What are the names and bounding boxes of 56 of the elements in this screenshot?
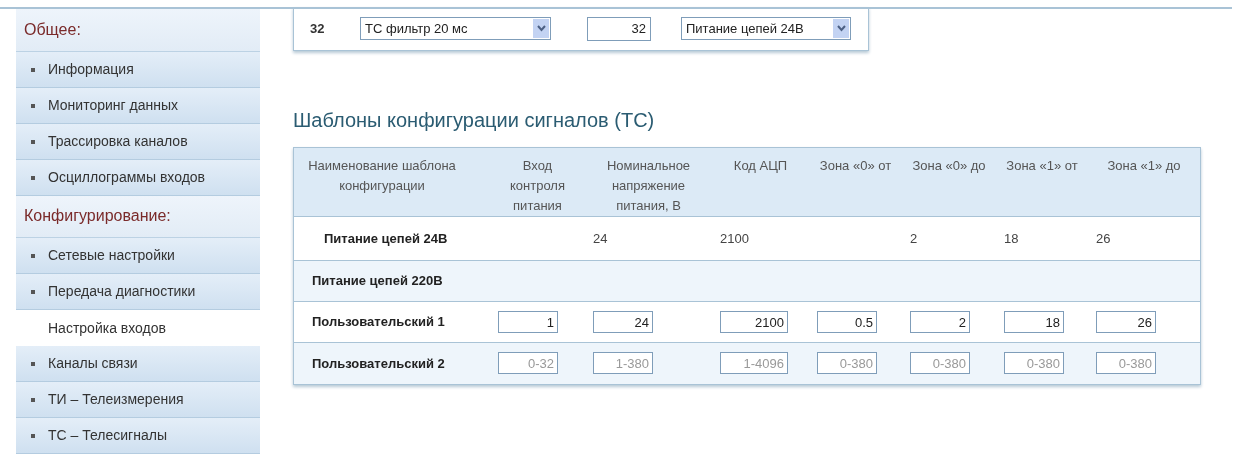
column-header: Зона «1» от — [1006, 157, 1078, 175]
input-field[interactable]: 0-380 — [910, 352, 970, 375]
input-field[interactable]: 0-380 — [1096, 352, 1156, 375]
bullet-icon — [31, 434, 35, 438]
table-cell: 18 — [1004, 230, 1019, 246]
input-field[interactable]: 1 — [498, 311, 558, 333]
sidebar-item[interactable]: ТИ – Телеизмерения — [16, 382, 260, 418]
input-field[interactable]: 2 — [910, 311, 970, 333]
column-header: Зона «0» до — [912, 157, 986, 175]
input-field[interactable]: 24 — [593, 311, 653, 333]
section-heading: Шаблоны конфигурации сигналов (ТС) — [293, 108, 656, 133]
sidebar-item[interactable]: Сетевые настройки — [16, 238, 260, 274]
table-cell: 2 — [910, 230, 918, 246]
row-name: Пользовательский 2 — [312, 355, 445, 371]
bullet-icon — [31, 362, 35, 366]
input-field[interactable]: 2100 — [720, 311, 788, 333]
channel-number: 32 — [310, 19, 326, 38]
input-field[interactable]: 18 — [1004, 311, 1064, 333]
column-header: Наименование шаблона конфигурации — [307, 157, 457, 195]
sidebar-section-title: Конфигурирование: — [16, 195, 260, 238]
bullet-icon — [31, 254, 35, 258]
input-field[interactable]: 0-380 — [1004, 352, 1064, 375]
table-cell: 2100 — [720, 230, 749, 246]
input-field[interactable]: 26 — [1096, 311, 1156, 333]
input-field[interactable]: 0-32 — [498, 352, 558, 375]
sidebar-section-title: Общее: — [16, 9, 260, 52]
sidebar-item[interactable]: Осциллограммы входов — [16, 159, 260, 196]
sidebar-item[interactable]: ТС – Телесигналы — [16, 418, 260, 454]
bullet-icon — [31, 398, 35, 402]
table-cell: 24 — [593, 230, 608, 246]
sidebar-item[interactable]: Каналы связи — [16, 346, 260, 382]
row-name: Питание цепей 220В — [312, 273, 443, 289]
column-header: Вход контроля питания — [509, 157, 566, 215]
column-header: Номинальное напряжение питания, В — [605, 157, 692, 215]
sidebar-item[interactable]: Мониторинг данных — [16, 87, 260, 124]
input-field[interactable]: 1-380 — [593, 352, 653, 375]
number-field[interactable]: 32 — [587, 16, 651, 41]
sidebar-item[interactable]: Трассировка каналов — [16, 123, 260, 160]
row-name: Пользовательский 1 — [312, 314, 445, 330]
row-name: Питание цепей 24В — [324, 230, 448, 246]
dropdown[interactable]: Питание цепей 24В — [681, 17, 851, 40]
input-field[interactable]: 0.5 — [817, 311, 877, 333]
bullet-icon — [31, 139, 35, 144]
sidebar-item[interactable]: Информация — [16, 51, 260, 88]
dropdown[interactable]: ТС фильтр 20 мс — [360, 17, 551, 40]
bullet-icon — [31, 175, 35, 180]
bullet-icon — [31, 290, 35, 294]
bullet-icon — [31, 103, 35, 108]
table-cell: 26 — [1096, 230, 1111, 246]
sidebar-item[interactable]: Передача диагностики — [16, 274, 260, 310]
column-header: Код АЦП — [733, 157, 788, 175]
input-field[interactable]: 1-4096 — [720, 352, 788, 375]
column-header: Зона «1» до — [1107, 157, 1181, 175]
column-header: Зона «0» от — [819, 157, 892, 175]
bullet-icon — [31, 67, 35, 72]
input-field[interactable]: 0-380 — [817, 352, 877, 375]
